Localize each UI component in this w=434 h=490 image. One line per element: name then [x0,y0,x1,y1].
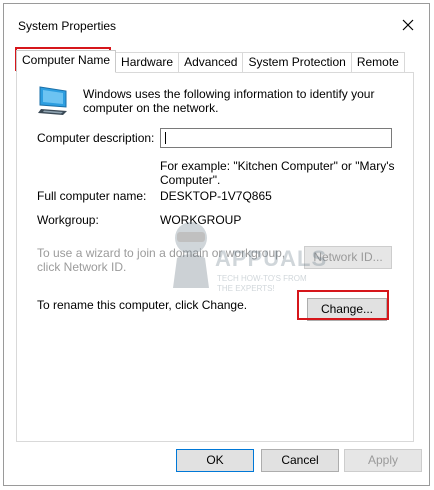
tab-hardware[interactable]: Hardware [115,52,180,72]
computer-description-input[interactable] [160,128,392,148]
cancel-button[interactable]: Cancel [261,449,339,472]
example-text: For example: "Kitchen Computer" or "Mary… [160,159,395,187]
system-properties-window: System Properties Computer Name Hardware… [3,3,430,486]
full-name-label: Full computer name: [37,189,147,203]
description-label: Computer description: [37,131,155,145]
computer-icon [38,86,67,115]
rename-text: To rename this computer, click Change. [37,298,248,312]
tab-remote[interactable]: Remote [350,52,405,72]
computer-name-panel: Windows uses the following information t… [16,72,414,442]
intro-text: Windows uses the following information t… [83,87,375,115]
workgroup-label: Workgroup: [37,213,99,227]
tab-system-protection[interactable]: System Protection [242,52,352,72]
tab-strip: Computer Name Hardware Advanced System P… [16,50,405,73]
network-id-button[interactable]: Network ID... [304,246,392,269]
window-title: System Properties [18,19,117,33]
tab-computer-name[interactable]: Computer Name [16,50,117,73]
full-name-value: DESKTOP-1V7Q865 [160,189,272,203]
apply-button[interactable]: Apply [344,449,422,472]
highlight-change-button [297,290,389,320]
workgroup-value: WORKGROUP [160,213,242,227]
close-icon [402,19,414,31]
network-id-text: To use a wizard to join a domain or work… [37,246,286,274]
ok-button[interactable]: OK [176,449,254,472]
close-button[interactable] [393,13,423,37]
tab-advanced[interactable]: Advanced [178,52,244,72]
title-bar: System Properties [4,4,429,44]
text-caret [165,132,166,144]
